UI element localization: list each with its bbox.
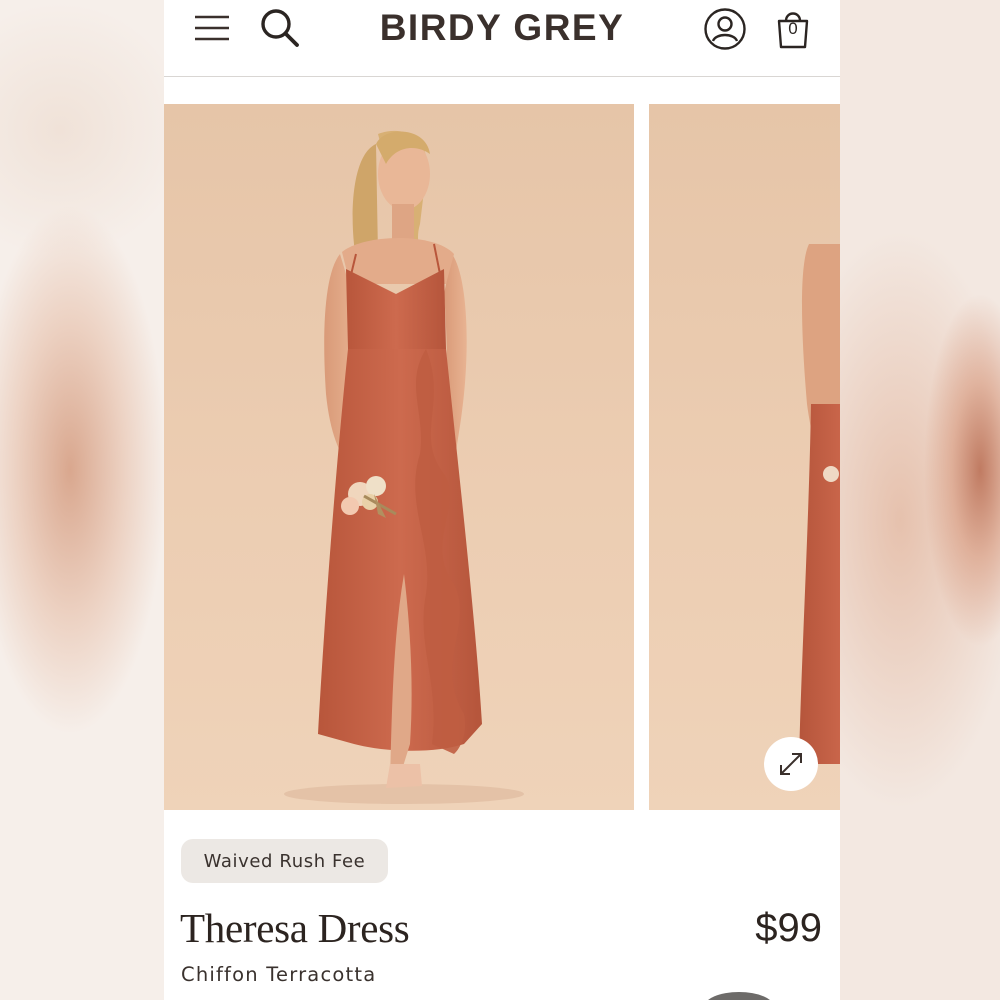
expand-arrows-icon <box>780 753 802 775</box>
cart-button[interactable]: 0 <box>770 6 816 52</box>
expand-image-button[interactable] <box>764 737 818 791</box>
search-icon <box>261 9 299 47</box>
product-price: $99 <box>755 906 822 950</box>
partially-visible-element <box>704 992 774 1000</box>
menu-button[interactable] <box>190 8 234 48</box>
product-image-gallery[interactable] <box>164 104 840 810</box>
product-page: BIRDY GREY 0 Waived Rush Fee Theresa Dre… <box>164 0 840 1000</box>
product-title: Theresa Dress <box>180 905 410 951</box>
account-button[interactable] <box>702 6 748 52</box>
blurred-backdrop-right <box>840 0 1000 1000</box>
model-in-dress-illustration <box>284 130 524 804</box>
product-image-back[interactable] <box>649 104 840 810</box>
rush-fee-badge: Waived Rush Fee <box>181 839 388 883</box>
cart-count: 0 <box>788 19 798 38</box>
model-back-view-illustration <box>799 244 840 764</box>
product-image-front[interactable] <box>164 104 634 810</box>
product-variant: Chiffon Terracotta <box>181 963 377 986</box>
blurred-backdrop-left <box>0 0 164 1000</box>
top-navigation-bar: BIRDY GREY 0 <box>164 0 840 77</box>
hamburger-menu-icon <box>195 15 229 41</box>
search-button[interactable] <box>256 6 304 50</box>
brand-logo[interactable]: BIRDY GREY <box>344 4 660 52</box>
account-icon <box>704 8 746 50</box>
